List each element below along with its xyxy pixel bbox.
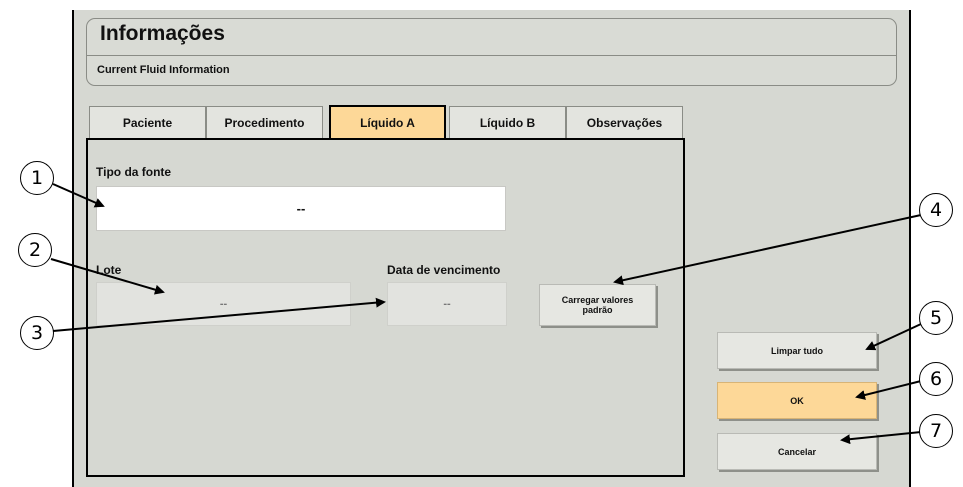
callout-arrows — [50, 183, 922, 445]
arrow-1 — [52, 183, 105, 208]
callout-4: 4 — [919, 193, 953, 227]
callout-1: 1 — [20, 161, 54, 195]
arrow-3 — [52, 297, 386, 332]
arrow-7 — [840, 431, 922, 445]
callout-3: 3 — [20, 316, 54, 350]
arrow-2 — [50, 258, 165, 295]
callout-5: 5 — [919, 301, 953, 335]
arrow-6 — [855, 380, 922, 400]
callout-7: 7 — [919, 414, 953, 448]
arrow-4 — [613, 214, 922, 286]
callout-2: 2 — [18, 233, 52, 267]
arrow-5 — [865, 323, 922, 351]
callout-6: 6 — [919, 362, 953, 396]
